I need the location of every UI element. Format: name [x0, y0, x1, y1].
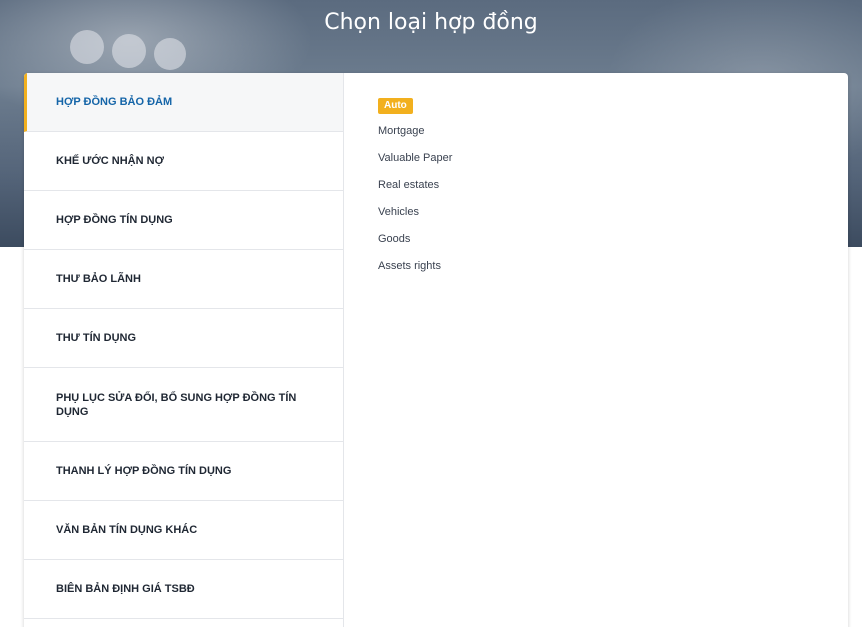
page: Chọn loại hợp đồng HỢP ĐỒNG BẢO ĐẢM KHẾ … [0, 0, 862, 627]
sidebar-item-label: KHẾ ƯỚC NHẬN NỢ [56, 155, 164, 167]
sidebar-item-label: BIÊN BẢN ĐỊNH GIÁ TSBĐ [56, 583, 195, 595]
list-item-assets-rights[interactable]: Assets rights [378, 253, 452, 280]
page-title: Chọn loại hợp đồng [324, 10, 538, 35]
list-item-vehicles[interactable]: Vehicles [378, 199, 452, 226]
sidebar-item-label: THƯ TÍN DỤNG [56, 332, 137, 344]
list-item-real-estates[interactable]: Real estates [378, 172, 452, 199]
contract-type-card: HỢP ĐỒNG BẢO ĐẢM KHẾ ƯỚC NHẬN NỢ HỢP ĐỒN… [24, 73, 848, 627]
sidebar-item-label: HỢP ĐỒNG BẢO ĐẢM [56, 96, 173, 108]
sidebar-item-thu-tin-dung[interactable]: THƯ TÍN DỤNG [24, 309, 343, 368]
badge-row: Auto [378, 95, 452, 116]
sidebar-item-bien-ban-dinh-gia[interactable]: BIÊN BẢN ĐỊNH GIÁ TSBĐ [24, 560, 343, 619]
sidebar-item-label: PHỤ LỤC SỬA ĐỔI, BỔ SUNG HỢP ĐỒNG TÍN DỤ… [56, 391, 297, 418]
list-item-valuable-paper[interactable]: Valuable Paper [378, 145, 452, 172]
sidebar-item-van-ban-tin-dung-khac[interactable]: VĂN BẢN TÍN DỤNG KHÁC [24, 501, 343, 560]
background-decoration [112, 34, 146, 68]
contract-category-sidebar: HỢP ĐỒNG BẢO ĐẢM KHẾ ƯỚC NHẬN NỢ HỢP ĐỒN… [24, 73, 344, 627]
sidebar-item-hop-dong-tin-dung[interactable]: HỢP ĐỒNG TÍN DỤNG [24, 191, 343, 250]
sidebar-item-thu-bao-lanh[interactable]: THƯ BẢO LÃNH [24, 250, 343, 309]
contract-subtype-list: Auto Mortgage Valuable Paper Real estate… [378, 95, 452, 280]
sidebar-item-khe-uoc-nhan-no[interactable]: KHẾ ƯỚC NHẬN NỢ [24, 132, 343, 191]
background-decoration [154, 38, 186, 70]
sidebar-item-label: THANH LÝ HỢP ĐỒNG TÍN DỤNG [56, 465, 232, 477]
list-item-goods[interactable]: Goods [378, 226, 452, 253]
sidebar-item-thanh-ly-hop-dong[interactable]: THANH LÝ HỢP ĐỒNG TÍN DỤNG [24, 442, 343, 501]
background-decoration [70, 30, 104, 64]
sidebar-item-label: HỢP ĐỒNG TÍN DỤNG [56, 214, 173, 226]
list-item-mortgage[interactable]: Mortgage [378, 118, 452, 145]
auto-badge[interactable]: Auto [378, 98, 413, 114]
sidebar-item-hop-dong-bao-dam[interactable]: HỢP ĐỒNG BẢO ĐẢM [24, 73, 343, 132]
sidebar-item-phu-luc-sua-doi[interactable]: PHỤ LỤC SỬA ĐỔI, BỔ SUNG HỢP ĐỒNG TÍN DỤ… [24, 368, 343, 442]
sidebar-item-label: VĂN BẢN TÍN DỤNG KHÁC [56, 524, 198, 536]
sidebar-item-label: THƯ BẢO LÃNH [56, 273, 141, 285]
